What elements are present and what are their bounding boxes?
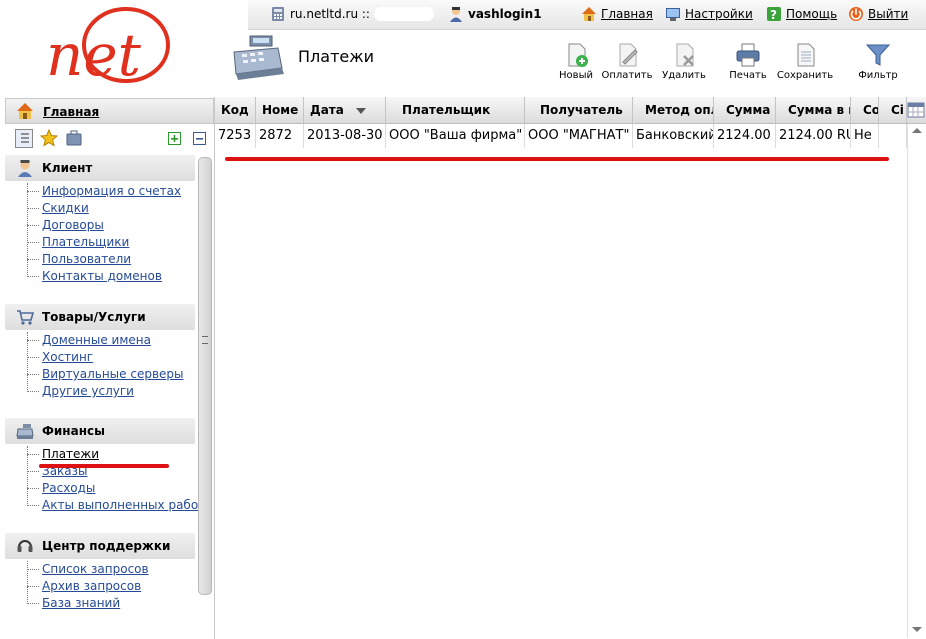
list-item: Расходы [27,480,205,497]
printer-icon [734,42,762,68]
section-products[interactable]: Товары/Услуги [5,304,195,330]
table-row[interactable]: 7253 2872 2013-08-30 ООО "Ваша фирма" ОО… [215,124,926,148]
sort-desc-icon [355,107,366,114]
column-header-date[interactable]: Дата [304,97,386,124]
list-item: Акты выполненных работ [27,497,205,514]
support-tree: Список запросов Архив запросов База знан… [27,561,149,612]
net-logo: net [46,7,170,89]
list-item: Список запросов [27,561,149,578]
filter-button[interactable]: Фильтр [851,42,905,81]
calculator-icon [270,6,286,22]
column-header[interactable]: Сі [879,97,907,124]
home-label[interactable]: Главная [601,7,653,21]
highlight-underline [39,464,169,468]
list-item: Доменные имена [27,332,184,349]
help-icon: ? [766,6,782,22]
scroll-up-arrow-icon[interactable] [912,128,922,133]
top-bar: ru.netltd.ru :: vashlogin1 Главная Настр… [248,0,926,30]
column-header[interactable]: Сумма в в [776,97,851,124]
filter-funnel-icon [864,42,892,68]
redacted-block [373,7,434,21]
cash-register-icon [233,35,284,80]
client-icon [16,159,34,177]
expand-all-icon[interactable] [168,132,181,145]
column-chooser-icon[interactable] [907,101,925,122]
favorites-star-icon[interactable] [39,128,59,150]
sidebar-home-header[interactable]: Главная [5,98,214,124]
column-header[interactable]: Со [851,97,879,124]
save-document-icon [791,42,819,68]
column-header[interactable]: Код [215,97,256,124]
home-icon [16,102,33,119]
shopping-cart-icon [16,308,35,326]
list-item: Плательщики [27,234,181,251]
sidebar-scrollbar[interactable] [198,157,212,595]
grid-scrollbar[interactable] [907,124,925,638]
cash-register-small-icon [16,422,34,440]
help-label[interactable]: Помощь [786,7,837,21]
settings-monitor-icon [665,6,681,22]
settings-link[interactable]: Настройки [665,6,753,22]
grid-header: Код Номе Дата Плательщик Получатель Мето… [215,97,926,124]
payments-grid: Код Номе Дата Плательщик Получатель Мето… [214,97,926,639]
section-support[interactable]: Центр поддержки [5,533,195,559]
print-button[interactable]: Печать [721,42,775,81]
new-document-icon [562,42,590,68]
svg-text:?: ? [770,8,777,22]
list-item: Другие услуги [27,383,184,400]
user-info: vashlogin1 [448,6,542,22]
save-button[interactable]: Сохранить [777,42,833,81]
list-item: Контакты доменов [27,268,181,285]
svg-text:net: net [46,21,142,89]
list-item: Пользователи [27,251,181,268]
list-item: Платежи [27,446,205,463]
list-item: Скидки [27,200,181,217]
exit-label[interactable]: Выйти [868,7,908,21]
exit-link[interactable]: Выйти [848,6,908,22]
settings-label[interactable]: Настройки [685,7,753,21]
home-link[interactable]: Главная [581,6,653,22]
collapse-all-icon[interactable] [193,132,206,145]
briefcase-icon[interactable] [65,129,83,150]
list-item: Договоры [27,217,181,234]
pay-button[interactable]: Оплатить [600,42,654,81]
column-header[interactable]: Номе [256,97,304,124]
client-tree: Информация о счетах Скидки Договоры Плат… [27,183,181,285]
column-header[interactable]: Получатель [525,97,633,124]
list-item: База знаний [27,595,149,612]
column-header[interactable]: Плательщик [386,97,525,124]
finance-tree: Платежи Заказы Расходы Акты выполненных … [27,446,205,514]
list-item: Информация о счетах [27,183,181,200]
list-item: Архив запросов [27,578,149,595]
headset-icon [16,537,34,555]
tree-view-icon[interactable] [15,129,33,148]
home-icon [581,6,597,22]
edit-document-icon [613,42,641,68]
power-icon [848,6,864,22]
column-header[interactable]: Метод опл [633,97,714,124]
list-item: Хостинг [27,349,184,366]
column-header[interactable]: Сумма [714,97,776,124]
login-label: vashlogin1 [468,7,542,21]
page-title: Платежи [298,47,375,66]
scroll-down-arrow-icon[interactable] [912,627,922,632]
help-link[interactable]: ? Помощь [766,6,837,22]
list-item: Виртуальные серверы [27,366,184,383]
sidebar-home-label[interactable]: Главная [43,105,99,119]
sidebar: Главная Клиент Информация о счетах Скидк… [5,97,214,639]
section-finance[interactable]: Финансы [5,418,195,444]
sidebar-tools [5,126,214,150]
header: net ru.netltd.ru :: vashlogin1 Главная Н… [0,0,926,97]
domain-label: ru.netltd.ru :: [290,7,370,21]
delete-button[interactable]: Удалить [657,42,711,81]
new-button[interactable]: Новый [549,42,603,81]
delete-document-icon [670,42,698,68]
user-icon [448,6,464,22]
products-tree: Доменные имена Хостинг Виртуальные серве… [27,332,184,400]
highlight-underline [225,157,889,161]
domain-info: ru.netltd.ru :: [270,6,434,22]
section-client[interactable]: Клиент [5,155,195,181]
